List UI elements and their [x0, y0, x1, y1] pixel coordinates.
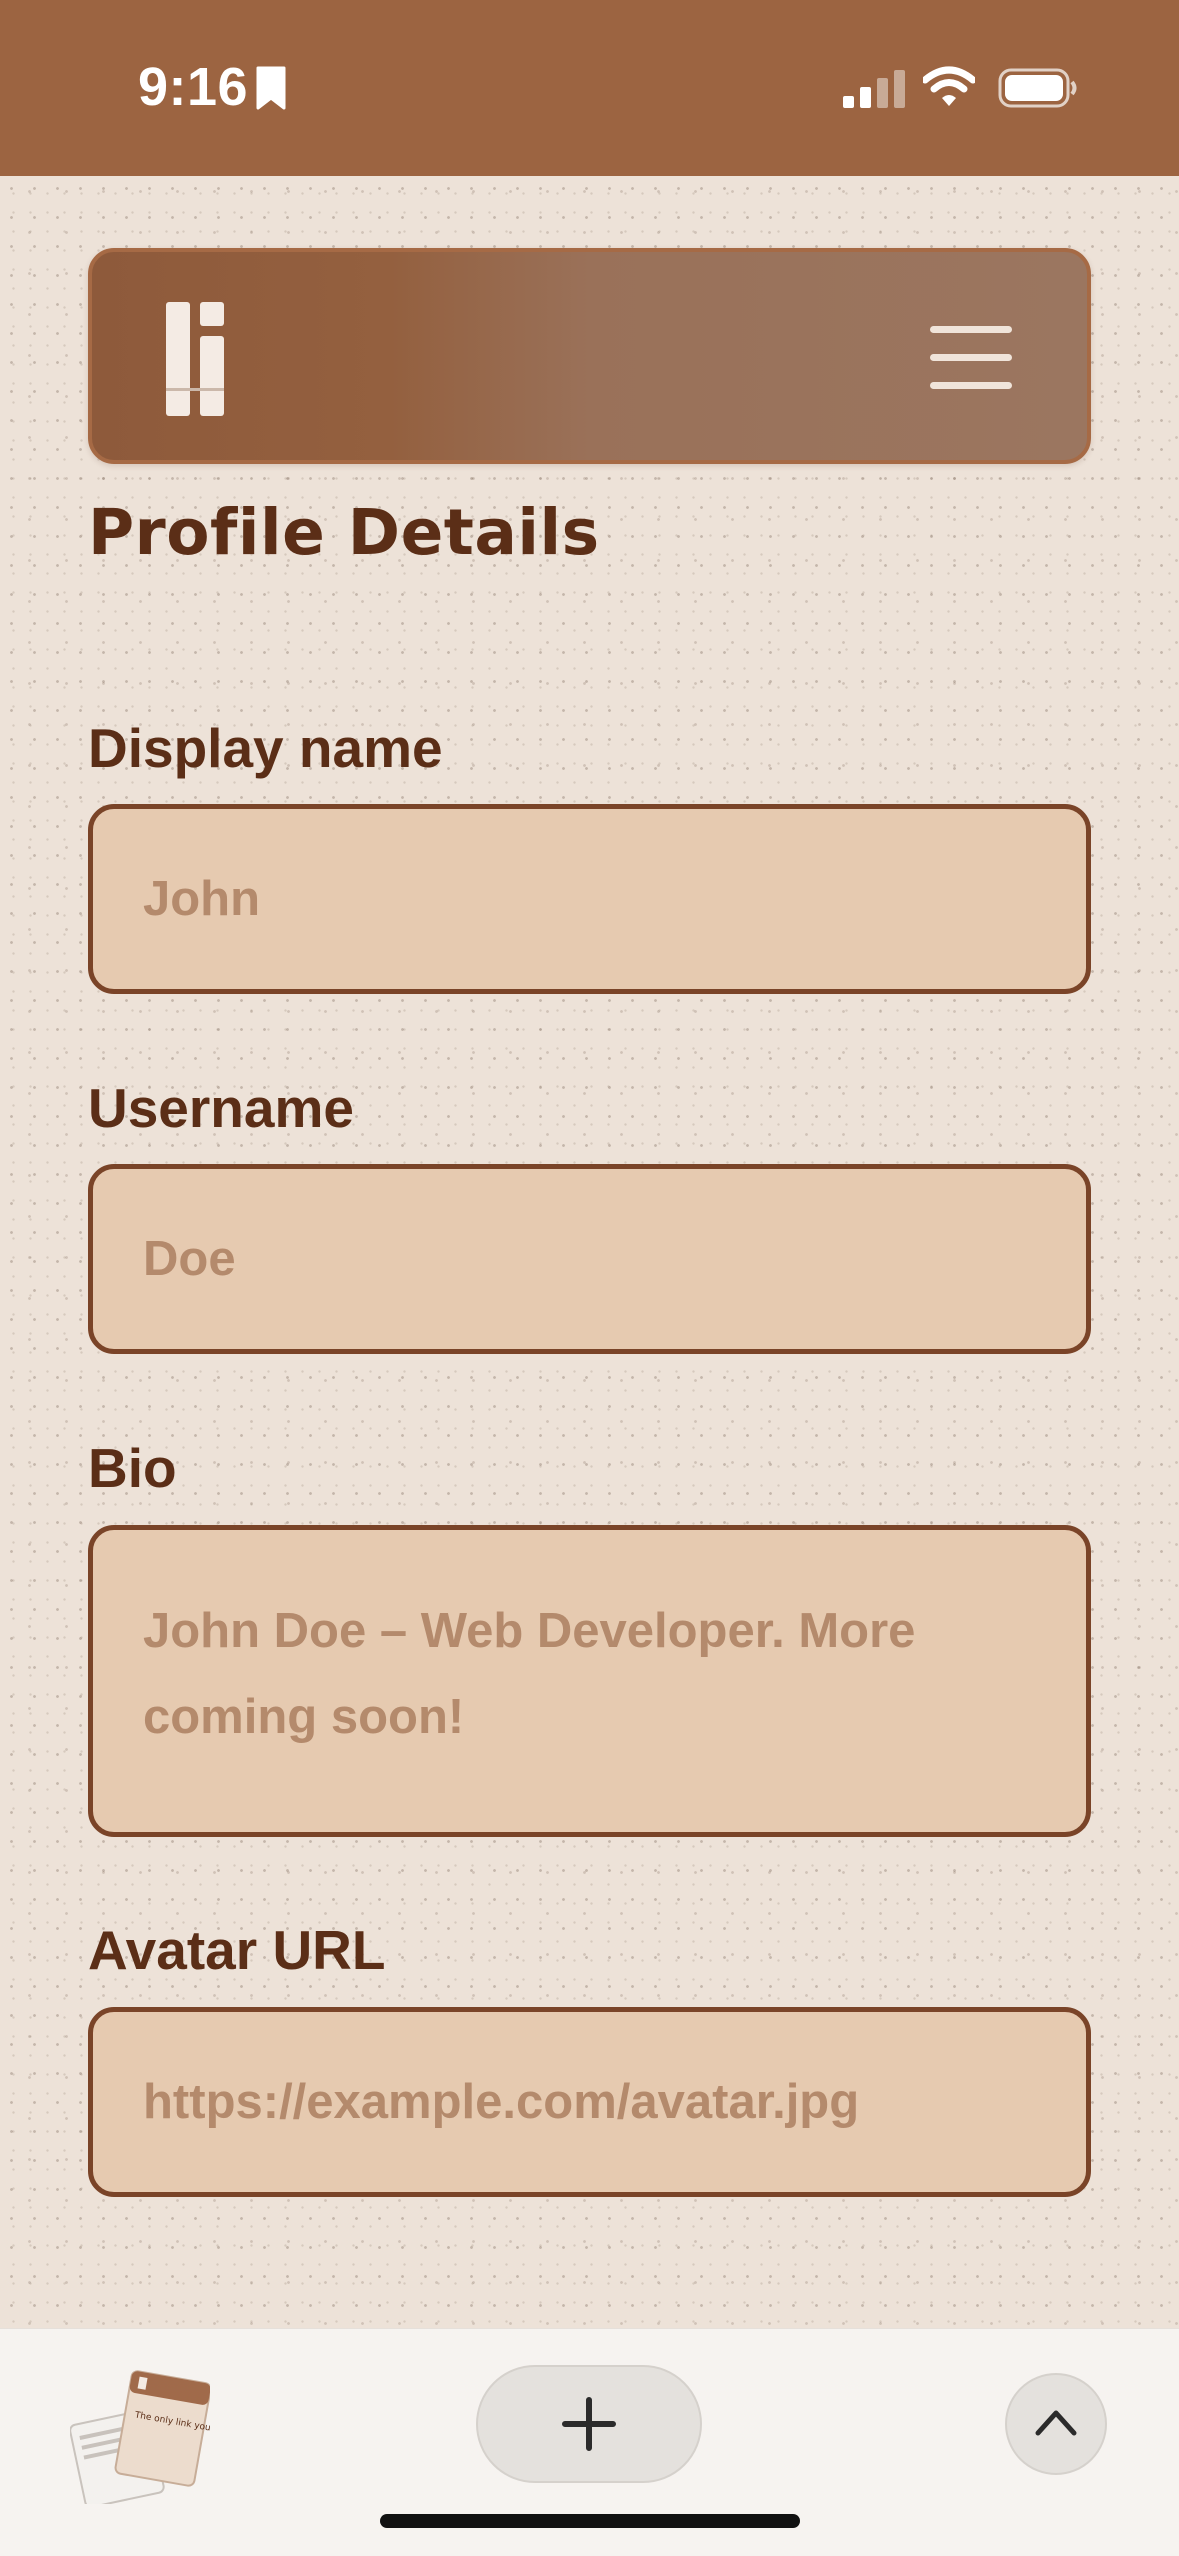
tab-overview-thumbnail-icon[interactable]: The only link you will ever need. — [70, 2364, 210, 2504]
home-indicator — [380, 2514, 800, 2528]
new-tab-button[interactable] — [476, 2365, 702, 2483]
site-header — [88, 248, 1091, 464]
page-title: Profile Details — [88, 496, 600, 569]
username-label: Username — [88, 1077, 354, 1139]
bio-label: Bio — [88, 1437, 177, 1499]
status-time: 9:16 — [138, 57, 249, 117]
bio-field[interactable]: John Doe – Web Developer. More coming so… — [88, 1525, 1091, 1837]
display-name-field[interactable]: John — [88, 804, 1091, 994]
cellular-signal-icon — [843, 70, 905, 108]
wifi-icon — [923, 66, 975, 106]
status-bar: 9:16 — [0, 0, 1179, 176]
chevron-up-icon — [1035, 2410, 1077, 2436]
avatar-url-label: Avatar URL — [88, 1919, 386, 1981]
logo-mark-icon[interactable] — [166, 302, 224, 416]
scroll-to-top-button[interactable] — [1005, 2373, 1107, 2475]
plus-icon — [562, 2397, 616, 2451]
bookmark-icon — [256, 66, 286, 110]
username-field[interactable]: Doe — [88, 1164, 1091, 1354]
display-name-label: Display name — [88, 717, 443, 779]
hamburger-menu-icon[interactable] — [930, 322, 1016, 394]
battery-icon — [998, 68, 1077, 108]
avatar-url-field[interactable]: https://example.com/avatar.jpg — [88, 2007, 1091, 2197]
